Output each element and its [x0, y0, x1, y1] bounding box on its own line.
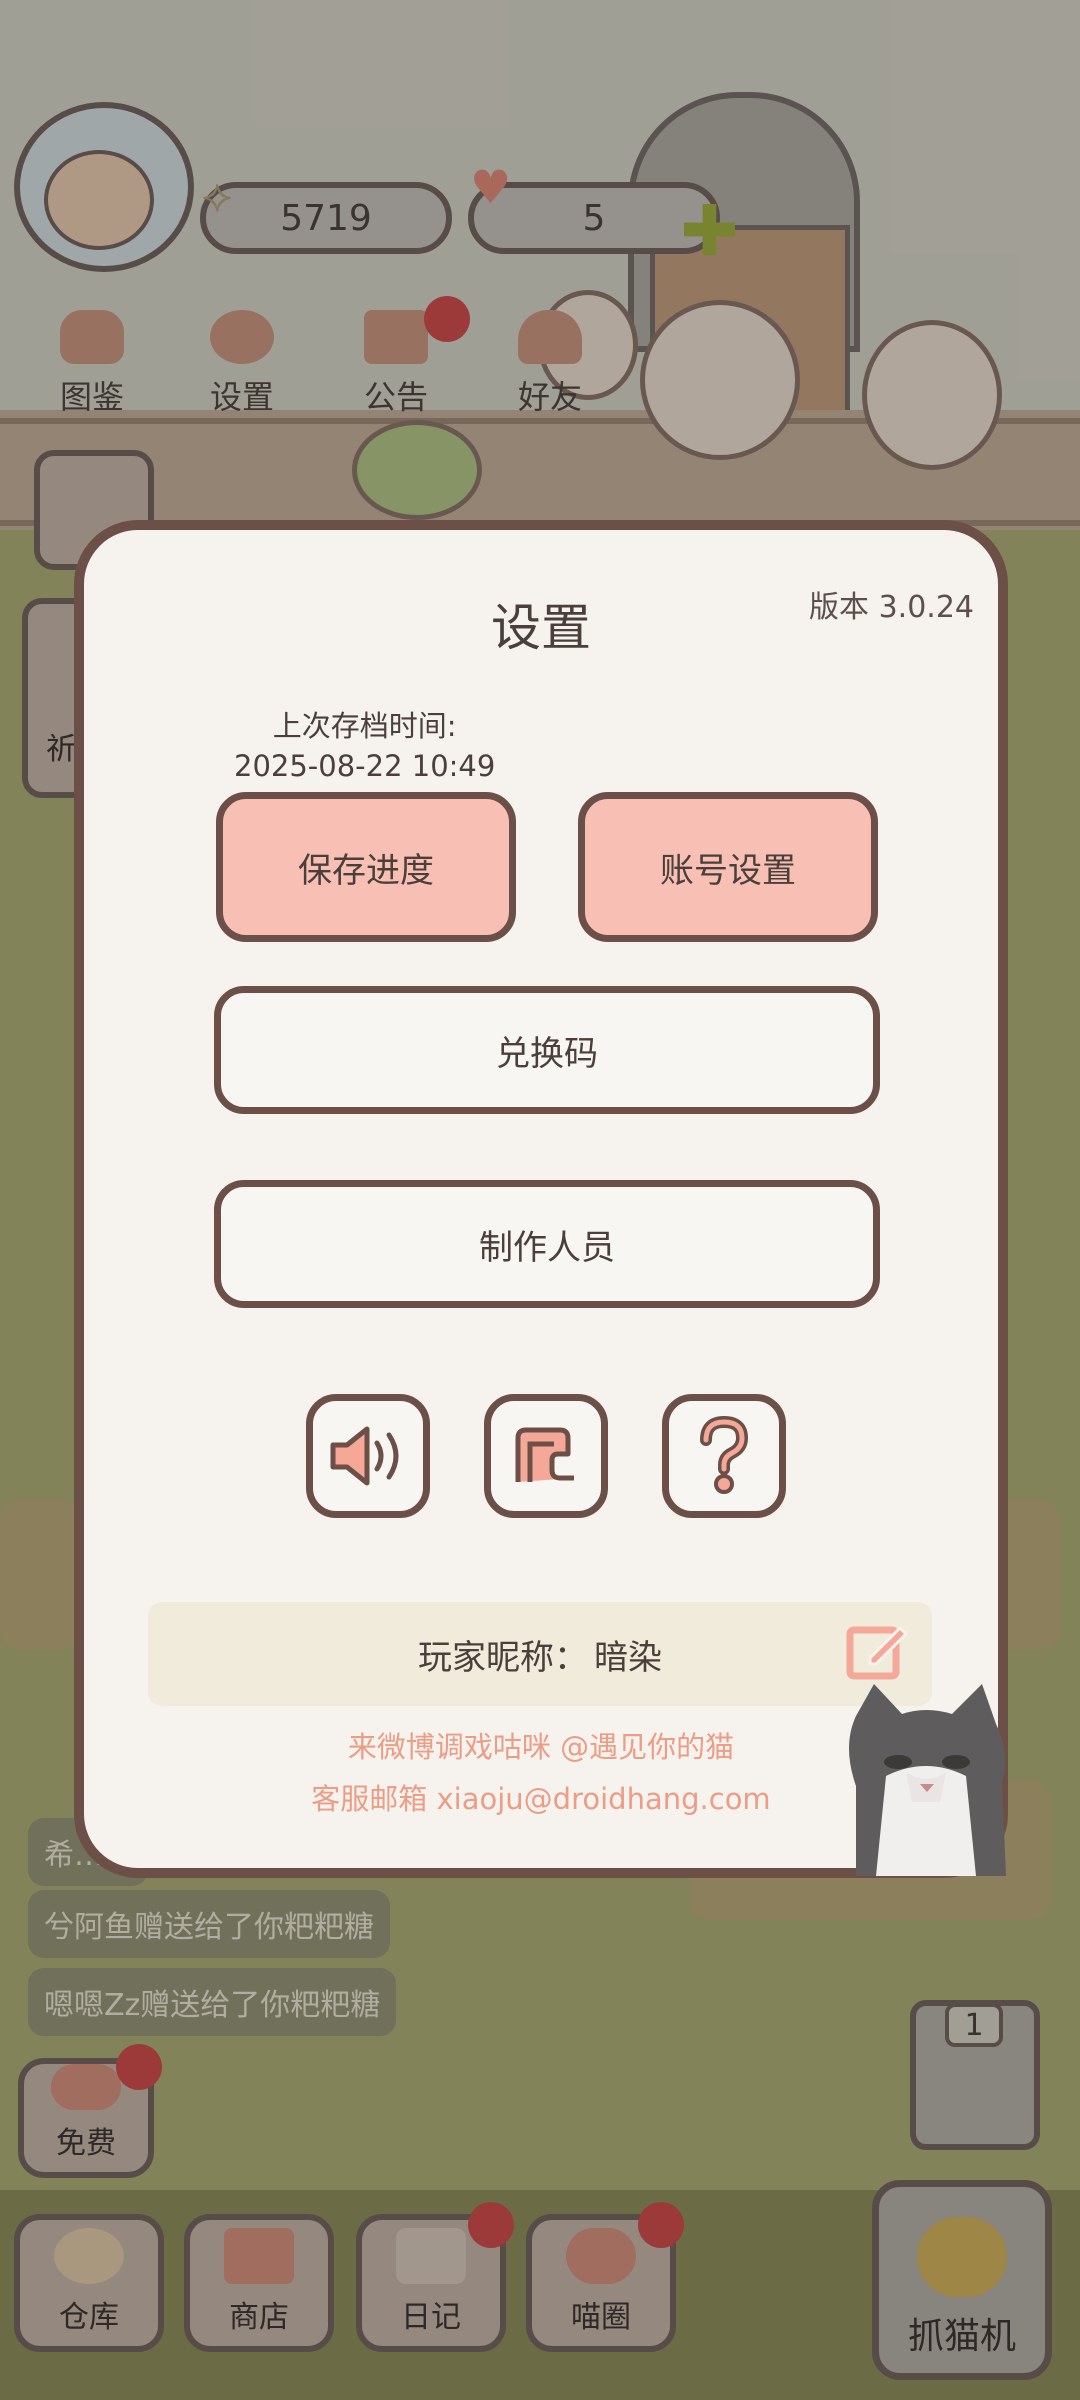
help-icon: [700, 1416, 749, 1494]
version-label: 版本 3.0.24: [809, 590, 974, 625]
credits-button[interactable]: 制作人员: [214, 1180, 880, 1308]
redeem-code-button[interactable]: 兑换码: [214, 986, 880, 1114]
help-button[interactable]: [662, 1394, 786, 1518]
last-save-label: 上次存档时间:: [272, 709, 457, 743]
account-settings-button[interactable]: 账号设置: [578, 792, 878, 942]
last-save-info: 上次存档时间: 2025-08-22 10:49: [234, 706, 495, 786]
save-progress-button[interactable]: 保存进度: [216, 792, 516, 942]
settings-dialog: 设置 版本 3.0.24 上次存档时间: 2025-08-22 10:49 保存…: [74, 520, 1008, 1878]
button-label: 保存进度: [298, 850, 434, 891]
last-save-time: 2025-08-22 10:49: [234, 749, 496, 783]
nickname-field[interactable]: 玩家昵称： 暗染: [148, 1602, 932, 1706]
nickname-label: 玩家昵称：: [418, 1637, 588, 1678]
button-label: 账号设置: [660, 850, 796, 891]
music-icon: [515, 1427, 574, 1482]
cat-photo: [849, 1684, 1006, 1876]
nickname-value: 暗染: [594, 1637, 662, 1678]
edit-icon[interactable]: [846, 1620, 908, 1682]
button-label: 制作人员: [479, 1227, 615, 1268]
sound-toggle-button[interactable]: [306, 1394, 430, 1518]
music-toggle-button[interactable]: [484, 1394, 608, 1518]
sound-icon: [330, 1426, 399, 1486]
button-label: 兑换码: [496, 1033, 598, 1074]
